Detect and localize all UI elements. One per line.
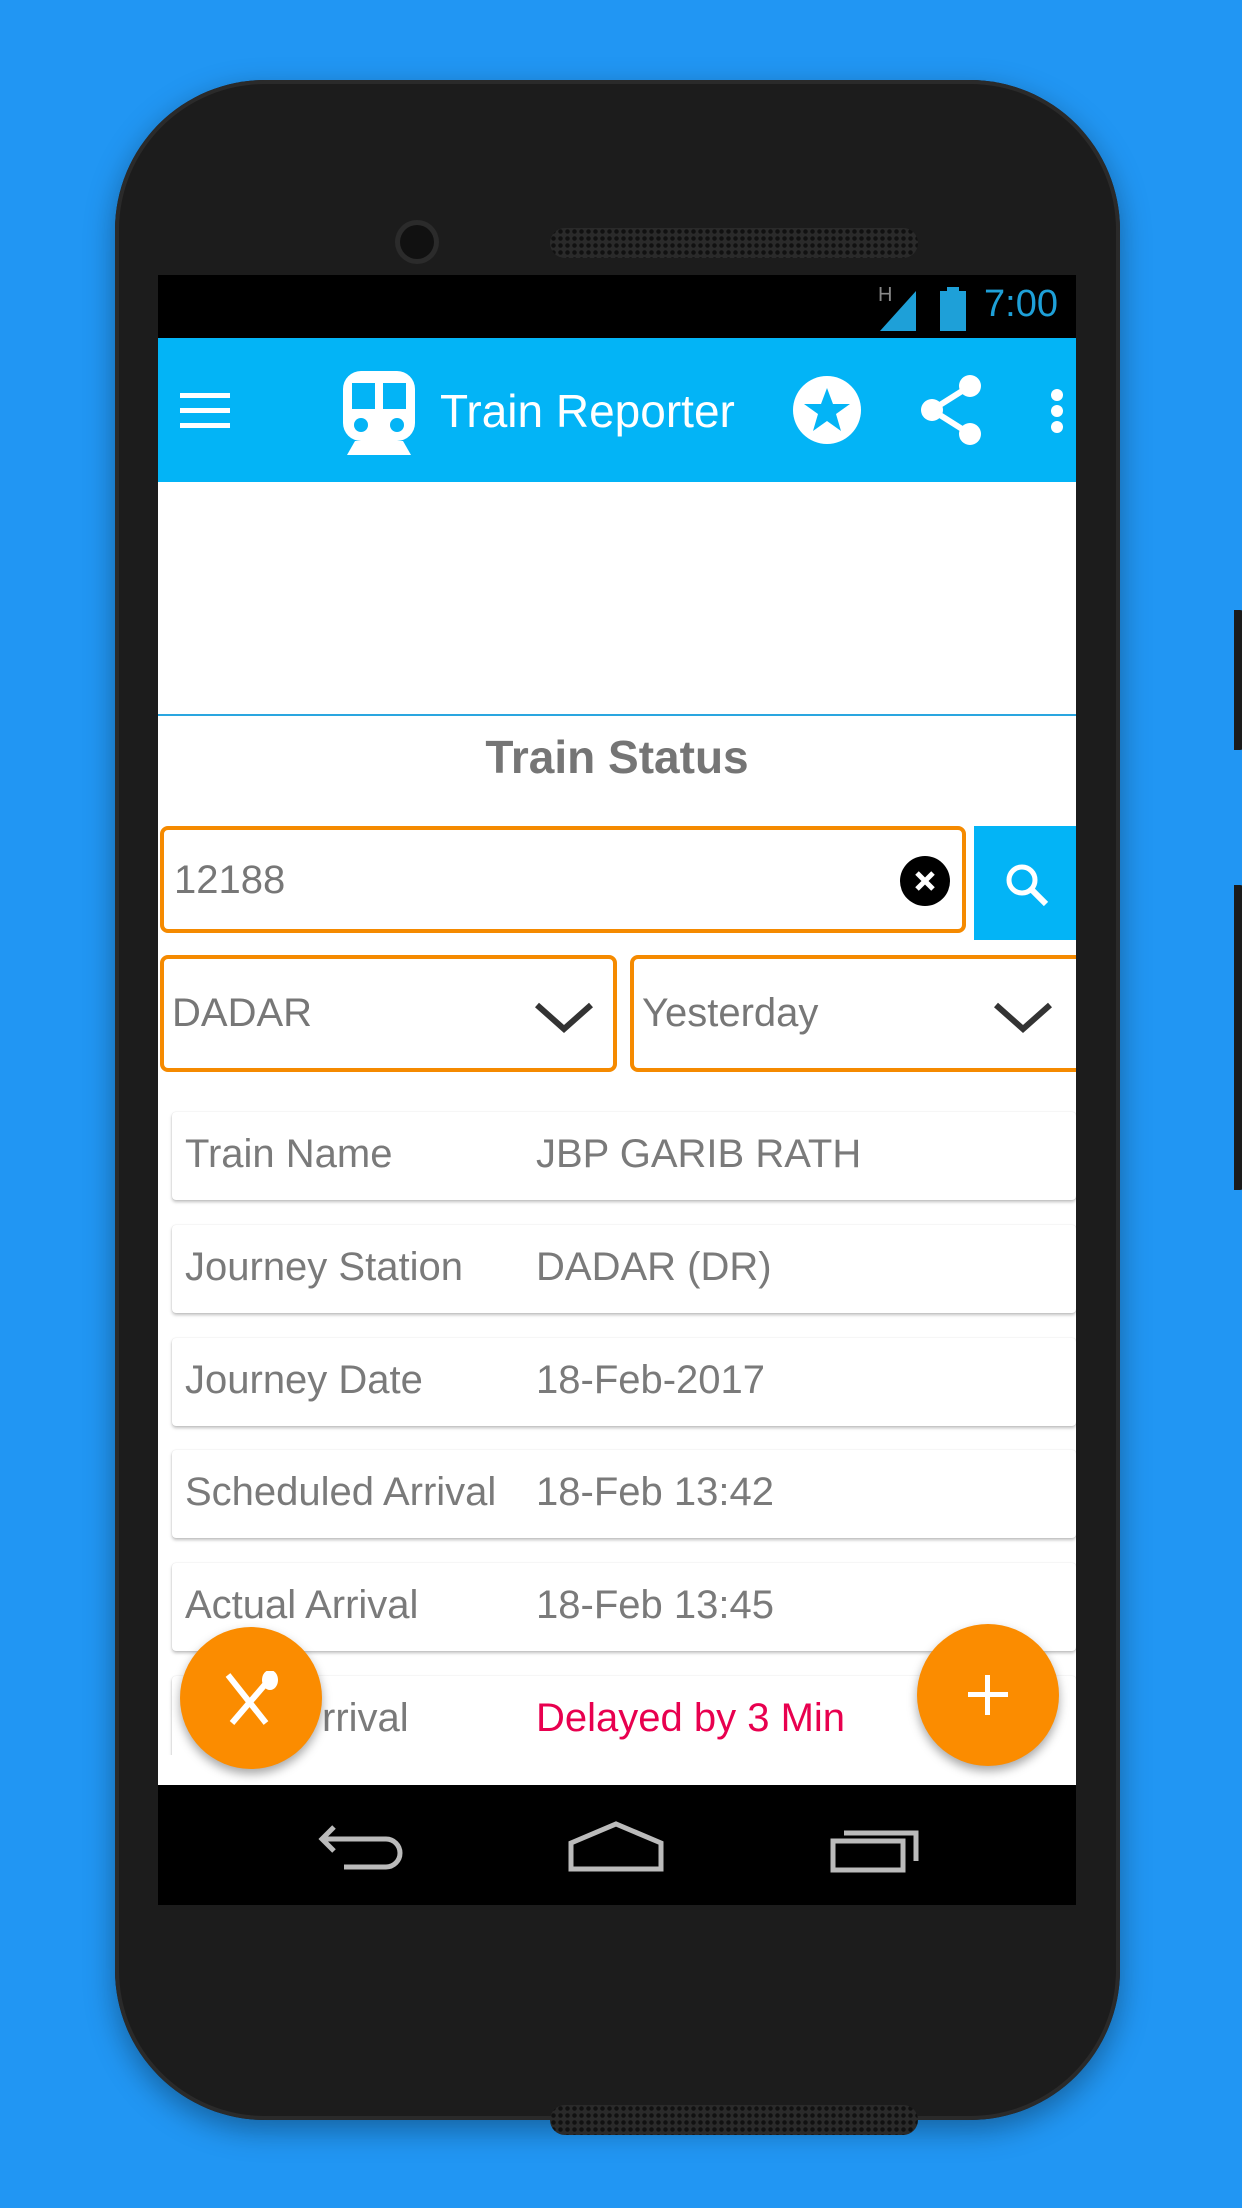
detail-row: Journey Station DADAR (DR) — [172, 1225, 1076, 1313]
navigation-bar — [158, 1785, 1076, 1905]
fork-spoon-icon — [225, 1671, 278, 1725]
plus-icon — [968, 1675, 1008, 1715]
detail-label: Train Name — [185, 1132, 393, 1176]
add-fab-button[interactable] — [917, 1624, 1059, 1766]
back-icon[interactable] — [318, 1823, 408, 1873]
detail-label: Journey Date — [185, 1358, 423, 1402]
food-fab-button[interactable] — [180, 1627, 322, 1769]
delay-status: Delayed by 3 Min — [536, 1696, 846, 1740]
recents-icon[interactable] — [830, 1823, 920, 1873]
train-details-list: Train Name JBP GARIB RATH Journey Station… — [158, 275, 1076, 1755]
detail-row: Actual Arrival 18-Feb 13:45 — [172, 1563, 1076, 1651]
home-icon[interactable] — [568, 1821, 664, 1873]
detail-label: Actual Arrival — [185, 1583, 419, 1627]
power-button — [1234, 610, 1242, 750]
bottom-speaker — [550, 2105, 918, 2135]
detail-value: 18-Feb 13:45 — [536, 1583, 774, 1627]
detail-label: Scheduled Arrival — [185, 1470, 497, 1514]
detail-value: 18-Feb-2017 — [536, 1358, 766, 1402]
detail-value: 18-Feb 13:42 — [536, 1470, 774, 1514]
detail-value: JBP GARIB RATH — [536, 1132, 862, 1176]
detail-label: Journey Station — [185, 1245, 463, 1289]
detail-row: Scheduled Arrival 18-Feb 13:42 — [172, 1450, 1076, 1538]
volume-button — [1234, 885, 1242, 1190]
detail-row: Journey Date 18-Feb-2017 — [172, 1338, 1076, 1426]
detail-label: rrival — [322, 1696, 409, 1740]
top-speaker — [550, 228, 918, 258]
detail-value: DADAR (DR) — [536, 1245, 772, 1289]
front-camera — [400, 225, 434, 259]
detail-row: Train Name JBP GARIB RATH — [172, 1112, 1076, 1200]
